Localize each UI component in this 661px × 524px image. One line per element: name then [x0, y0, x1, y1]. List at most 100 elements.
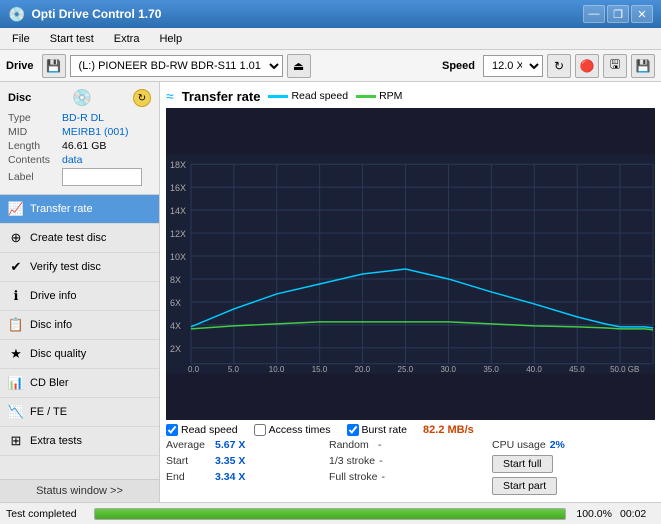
nav-drive-info[interactable]: ℹ Drive info	[0, 282, 159, 311]
svg-text:30.0: 30.0	[440, 365, 456, 374]
disc-type-label: Type	[8, 112, 58, 124]
disc-mid-row: MID MEIRB1 (001)	[8, 126, 151, 138]
disc-info-header: Disc 💿 ↻	[8, 88, 151, 108]
drive-icon-btn: 💾	[42, 54, 66, 78]
stats-full-stroke-label: Full stroke	[329, 471, 377, 483]
legend-read-speed-label: Read speed	[291, 90, 348, 102]
disc-type-value: BD-R DL	[62, 112, 104, 124]
stats-start-value: 3.35 X	[215, 455, 250, 467]
stats-third-stroke-row: 1/3 stroke -	[329, 454, 492, 468]
drive-label: Drive	[6, 60, 34, 72]
toolbar-btn-2[interactable]: 🖫	[603, 54, 627, 78]
stats-start-row: Start 3.35 X	[166, 454, 329, 468]
start-full-button[interactable]: Start full	[492, 455, 553, 473]
disc-contents-label: Contents	[8, 154, 58, 166]
nav-verify-test-disc[interactable]: ✔ Verify test disc	[0, 253, 159, 282]
checkbox-read-speed[interactable]: Read speed	[166, 424, 238, 436]
chart-wrapper: 18X 16X 14X 12X 10X 8X 6X 4X 2X	[166, 108, 655, 420]
stats-end-label: End	[166, 471, 211, 483]
stats-cpu-label: CPU usage	[492, 439, 546, 451]
disc-info-icon: 📋	[8, 317, 24, 333]
nav-create-test-disc-label: Create test disc	[30, 232, 106, 244]
stats-start-label: Start	[166, 455, 211, 467]
close-button[interactable]: ✕	[631, 5, 653, 23]
nav-fe-te-label: FE / TE	[30, 406, 67, 418]
stats-col-3: CPU usage 2% Start full Start part	[492, 438, 655, 496]
legend-rpm: RPM	[356, 90, 402, 102]
checkbox-access-times[interactable]: Access times	[254, 424, 331, 436]
toolbar-btn-3[interactable]: 💾	[631, 54, 655, 78]
svg-text:6X: 6X	[170, 298, 181, 308]
drive-info-icon: ℹ	[8, 288, 24, 304]
nav-transfer-rate[interactable]: 📈 Transfer rate	[0, 195, 159, 224]
checkbox-burst-rate[interactable]: Burst rate	[347, 424, 408, 436]
svg-text:2X: 2X	[170, 344, 181, 354]
status-window-button[interactable]: Status window >>	[0, 479, 159, 502]
stats-full-stroke-value: -	[381, 471, 416, 483]
start-part-button[interactable]: Start part	[492, 477, 557, 495]
chart-container: ≈ Transfer rate Read speed RPM 18X 16X 1…	[160, 82, 661, 502]
stats-rows: Average 5.67 X Start 3.35 X End 3.34 X R…	[166, 438, 655, 496]
legend-rpm-label: RPM	[379, 90, 402, 102]
nav-disc-quality[interactable]: ★ Disc quality	[0, 340, 159, 369]
svg-text:20.0: 20.0	[355, 365, 371, 374]
eject-button[interactable]: ⏏	[287, 54, 311, 78]
menu-extra[interactable]: Extra	[106, 31, 148, 47]
restore-button[interactable]: ❐	[607, 5, 629, 23]
toolbar: Drive 💾 (L:) PIONEER BD-RW BDR-S11 1.01 …	[0, 50, 661, 82]
minimize-button[interactable]: —	[583, 5, 605, 23]
svg-text:25.0: 25.0	[398, 365, 414, 374]
legend-rpm-color	[356, 95, 376, 98]
legend-read-speed-color	[268, 95, 288, 98]
burst-rate-checkbox[interactable]	[347, 424, 359, 436]
title-bar: 💿 Opti Drive Control 1.70 — ❐ ✕	[0, 0, 661, 28]
svg-text:45.0: 45.0	[569, 365, 585, 374]
app-title: Opti Drive Control 1.70	[31, 7, 161, 21]
stats-third-stroke-value: -	[379, 455, 414, 467]
menu-bar: File Start test Extra Help	[0, 28, 661, 50]
speed-select[interactable]: 12.0 X MAX 4.0 X 8.0 X	[483, 55, 543, 77]
access-times-checkbox[interactable]	[254, 424, 266, 436]
toolbar-btn-1[interactable]: 🔴	[575, 54, 599, 78]
svg-text:35.0: 35.0	[483, 365, 499, 374]
svg-text:40.0: 40.0	[526, 365, 542, 374]
progress-percent: 100.0%	[574, 508, 612, 520]
svg-text:0.0: 0.0	[188, 365, 200, 374]
menu-start-test[interactable]: Start test	[42, 31, 102, 47]
drive-select[interactable]: (L:) PIONEER BD-RW BDR-S11 1.01	[70, 55, 283, 77]
nav-disc-info[interactable]: 📋 Disc info	[0, 311, 159, 340]
menu-file[interactable]: File	[4, 31, 38, 47]
stats-third-stroke-label: 1/3 stroke	[329, 455, 375, 467]
status-bar: Test completed 100.0% 00:02	[0, 502, 661, 524]
stats-cpu-row: CPU usage 2%	[492, 438, 655, 452]
stats-col-1: Average 5.67 X Start 3.35 X End 3.34 X	[166, 438, 329, 496]
svg-text:50.0 GB: 50.0 GB	[610, 365, 639, 374]
nav-extra-tests[interactable]: ⊞ Extra tests	[0, 427, 159, 456]
nav-verify-test-disc-label: Verify test disc	[30, 261, 101, 273]
stats-full-stroke-row: Full stroke -	[329, 470, 492, 484]
app-icon: 💿	[8, 6, 25, 23]
stats-average-label: Average	[166, 439, 211, 451]
disc-contents-row: Contents data	[8, 154, 151, 166]
stats-col-2: Random - 1/3 stroke - Full stroke -	[329, 438, 492, 496]
disc-info-panel: Disc 💿 ↻ Type BD-R DL MID MEIRB1 (001) L…	[0, 82, 159, 195]
extra-tests-icon: ⊞	[8, 433, 24, 449]
chart-title: Transfer rate	[182, 89, 261, 104]
nav-cd-bler[interactable]: 📊 CD Bler	[0, 369, 159, 398]
nav-disc-quality-label: Disc quality	[30, 348, 86, 360]
svg-text:10X: 10X	[170, 252, 186, 262]
nav-create-test-disc[interactable]: ⊕ Create test disc	[0, 224, 159, 253]
disc-refresh-button[interactable]: ↻	[133, 89, 151, 107]
menu-help[interactable]: Help	[151, 31, 190, 47]
refresh-button[interactable]: ↻	[547, 54, 571, 78]
stats-start-full-row: Start full	[492, 454, 655, 474]
read-speed-checkbox[interactable]	[166, 424, 178, 436]
disc-quality-icon: ★	[8, 346, 24, 362]
nav-fe-te[interactable]: 📉 FE / TE	[0, 398, 159, 427]
nav-items: 📈 Transfer rate ⊕ Create test disc ✔ Ver…	[0, 195, 159, 479]
burst-rate-checkbox-label: Burst rate	[362, 424, 408, 436]
chart-checkboxes: Read speed Access times Burst rate 82.2 …	[166, 420, 655, 438]
disc-label-input[interactable]	[62, 168, 142, 186]
stats-random-value: -	[378, 439, 413, 451]
stats-average-row: Average 5.67 X	[166, 438, 329, 452]
